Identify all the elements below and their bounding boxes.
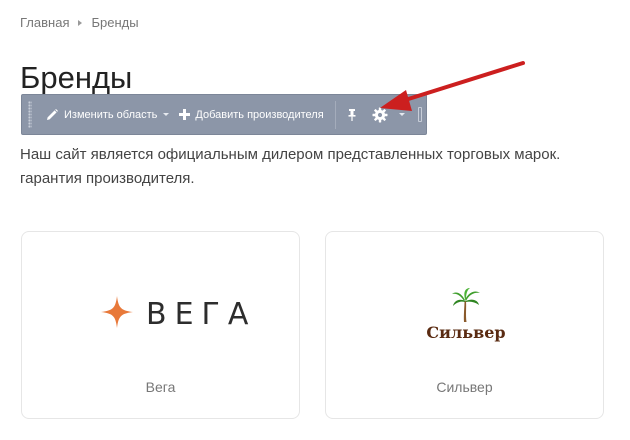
chevron-down-icon: [163, 113, 170, 116]
admin-edit-toolbar: Изменить область Добавить производителя: [21, 94, 427, 135]
add-manufacturer-button[interactable]: Добавить производителя: [174, 95, 328, 134]
breadcrumb-separator-icon: [78, 19, 83, 26]
silver-logo-wordmark: Сильвер: [426, 323, 506, 342]
brand-name[interactable]: Сильвер: [326, 379, 603, 395]
intro-text: Наш сайт является официальным дилером пр…: [20, 143, 630, 191]
brand-name[interactable]: Вега: [22, 379, 299, 395]
toolbar-resize-handle[interactable]: [418, 107, 422, 122]
edit-area-label: Изменить область: [64, 108, 158, 121]
star-icon: [100, 295, 134, 334]
add-manufacturer-label: Добавить производителя: [195, 108, 324, 121]
chevron-down-icon: [398, 113, 405, 116]
plus-icon: [179, 109, 191, 120]
pin-icon: [347, 108, 357, 122]
vega-logo: ВЕГА: [100, 295, 256, 334]
page-title: Бренды: [20, 60, 133, 95]
breadcrumb-home-link[interactable]: Главная: [20, 15, 69, 30]
vega-logo-wordmark: ВЕГА: [146, 297, 257, 332]
intro-line-1: Наш сайт является официальным дилером пр…: [20, 146, 561, 163]
edit-area-button[interactable]: Изменить область: [40, 95, 174, 134]
pencil-icon: [45, 108, 59, 122]
gear-icon: [372, 107, 388, 123]
brand-card-vega[interactable]: ВЕГА Вега: [21, 231, 300, 419]
settings-button[interactable]: [367, 95, 410, 134]
intro-line-2: гарантия производителя.: [20, 170, 195, 187]
palm-tree-icon: [451, 287, 481, 328]
pin-button[interactable]: [342, 95, 367, 134]
breadcrumb-current: Бренды: [91, 15, 139, 30]
toolbar-drag-handle[interactable]: [28, 101, 32, 128]
breadcrumb: Главная Бренды: [20, 15, 139, 30]
toolbar-divider: [334, 100, 336, 129]
silver-logo: Сильвер: [424, 287, 508, 342]
brand-card-silver[interactable]: Сильвер Сильвер: [325, 231, 604, 419]
